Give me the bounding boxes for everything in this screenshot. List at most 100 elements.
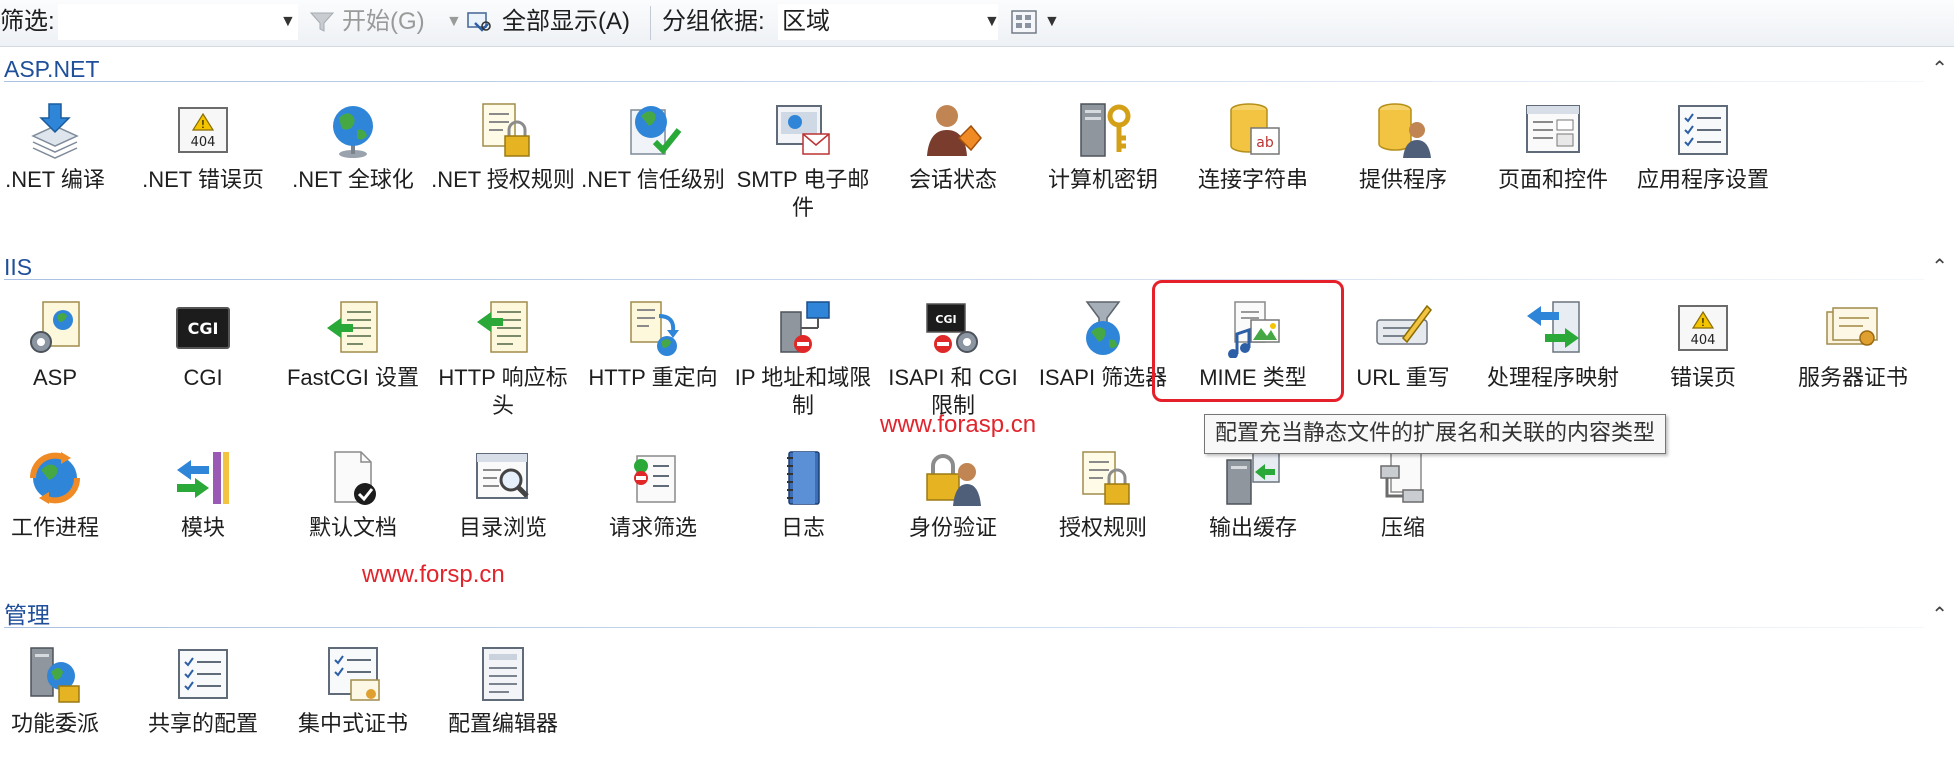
feature-handler-mappings[interactable]: 处理程序映射 xyxy=(1478,294,1628,426)
feature-label: 页面和控件 xyxy=(1497,167,1608,192)
configuration-editor-icon xyxy=(482,647,524,701)
feature-net-authorization-rules[interactable]: .NET 授权规则 xyxy=(428,96,578,228)
feature-net-trust-levels[interactable]: .NET 信任级别 xyxy=(578,96,728,228)
machine-key-icon xyxy=(1080,103,1131,157)
feature-pages-controls[interactable]: 页面和控件 xyxy=(1478,96,1628,228)
feature-application-settings[interactable]: 应用程序设置 xyxy=(1628,96,1778,228)
feature-asp[interactable]: ASP xyxy=(0,294,130,426)
view-mode-icon[interactable] xyxy=(1010,8,1038,36)
start-button[interactable]: 开始(G) xyxy=(342,6,425,38)
feature-server-certificates[interactable]: 服务器证书 xyxy=(1778,294,1928,426)
feature-feature-delegation[interactable]: 功能委派 xyxy=(0,640,130,772)
feature-shared-configuration[interactable]: 共享的配置 xyxy=(128,640,278,772)
feature-machine-key[interactable]: 计算机密钥 xyxy=(1028,96,1178,228)
centralized-certificates-icon xyxy=(328,647,380,701)
toolbar-separator xyxy=(650,6,651,40)
feature-label: 共享的配置 xyxy=(147,711,258,736)
feature-http-redirect[interactable]: HTTP 重定向 xyxy=(578,294,728,426)
group-by-dropdown-arrow[interactable]: ▼ xyxy=(984,6,1000,38)
shared-configuration-icon xyxy=(178,649,228,699)
connection-strings-icon: ab xyxy=(1230,103,1280,155)
feature-label: 压缩 xyxy=(1380,515,1425,540)
http-redirect-icon xyxy=(630,301,679,356)
svg-text:!: ! xyxy=(1701,316,1705,329)
default-document-icon xyxy=(334,451,376,505)
section-iis-header[interactable]: IIS ⌃ xyxy=(0,252,1954,282)
feature-label: 会话状态 xyxy=(908,167,997,192)
section-aspnet-title: ASP.NET xyxy=(4,56,100,82)
feature-providers[interactable]: 提供程序 xyxy=(1328,96,1478,228)
output-caching-icon xyxy=(1226,451,1280,505)
funnel-icon xyxy=(309,12,335,32)
feature-directory-browsing[interactable]: 目录浏览 xyxy=(428,444,578,576)
feature-label: .NET 授权规则 xyxy=(431,167,575,192)
feature-isapi-cgi-restrictions[interactable]: CGI ISAPI 和 CGI 限制 xyxy=(878,294,1028,426)
feature-cgi[interactable]: CGI CGI xyxy=(128,294,278,426)
feature-label: 工作进程 xyxy=(10,515,99,540)
feature-label: 计算机密钥 xyxy=(1047,167,1158,192)
providers-icon xyxy=(1378,103,1431,158)
feature-modules[interactable]: 模块 xyxy=(128,444,278,576)
feature-net-globalization[interactable]: .NET 全球化 xyxy=(278,96,428,228)
watermark: www.forsp.cn xyxy=(362,561,505,588)
section-aspnet-header[interactable]: ASP.NET ⌃ xyxy=(0,54,1954,84)
feature-http-response-headers[interactable]: HTTP 响应标头 xyxy=(428,294,578,426)
section-management-header[interactable]: 管理 ⌃ xyxy=(0,600,1954,630)
request-filtering-icon xyxy=(634,455,676,503)
collapse-aspnet-chevron-icon[interactable]: ⌃ xyxy=(1931,56,1948,81)
feature-output-caching[interactable]: 输出缓存 xyxy=(1178,444,1328,576)
section-iis-title: IIS xyxy=(4,254,33,280)
feature-label: 处理程序映射 xyxy=(1486,365,1619,390)
globe-icon xyxy=(333,106,373,158)
feature-label: 请求筛选 xyxy=(608,515,697,540)
feature-compression[interactable]: 压缩 xyxy=(1328,444,1478,576)
feature-default-document[interactable]: 默认文档 xyxy=(278,444,428,576)
show-all-button[interactable]: 全部显示(A) xyxy=(502,6,630,38)
feature-ip-domain-restrictions[interactable]: IP 地址和域限制 xyxy=(728,294,878,426)
feature-connection-strings[interactable]: ab 连接字符串 xyxy=(1178,96,1328,228)
http-response-headers-icon xyxy=(477,301,528,353)
smtp-email-icon xyxy=(776,105,830,155)
server-certificates-icon xyxy=(1826,307,1878,346)
feature-label: 应用程序设置 xyxy=(1636,167,1769,192)
section-divider xyxy=(4,279,1924,280)
filter-input[interactable] xyxy=(58,4,298,40)
feature-error-pages[interactable]: ! 404 错误页 xyxy=(1628,294,1778,426)
svg-text:CGI: CGI xyxy=(188,319,219,338)
feature-authentication[interactable]: 身份验证 xyxy=(878,444,1028,576)
feature-label: 功能委派 xyxy=(10,711,99,736)
feature-centralized-certificates[interactable]: 集中式证书 xyxy=(278,640,428,772)
modules-icon xyxy=(177,452,229,504)
feature-label: 日志 xyxy=(780,515,825,540)
feature-net-error-page[interactable]: ! 404 .NET 错误页 xyxy=(128,96,278,228)
feature-smtp-email[interactable]: SMTP 电子邮件 xyxy=(728,96,878,228)
collapse-management-chevron-icon[interactable]: ⌃ xyxy=(1931,602,1948,627)
feature-logging[interactable]: 日志 xyxy=(728,444,878,576)
feature-label: 服务器证书 xyxy=(1797,365,1908,390)
isapi-filters-icon xyxy=(1085,301,1121,355)
compression-icon xyxy=(1380,451,1424,503)
section-management-title: 管理 xyxy=(4,602,50,628)
feature-label: 默认文档 xyxy=(308,515,397,540)
collapse-iis-chevron-icon[interactable]: ⌃ xyxy=(1931,254,1948,279)
feature-fastcgi-settings[interactable]: FastCGI 设置 xyxy=(278,294,428,426)
feature-label: .NET 错误页 xyxy=(142,167,264,192)
feature-authorization-rules[interactable]: 授权规则 xyxy=(1028,444,1178,576)
start-dropdown-arrow[interactable]: ▼ xyxy=(446,6,462,38)
feature-net-compile[interactable]: .NET 编译 xyxy=(0,96,130,228)
view-mode-dropdown-arrow[interactable]: ▼ xyxy=(1044,6,1060,38)
feature-worker-processes[interactable]: 工作进程 xyxy=(0,444,130,576)
feature-label: 模块 xyxy=(180,515,225,540)
feature-configuration-editor[interactable]: 配置编辑器 xyxy=(428,640,578,772)
feature-url-rewrite[interactable]: URL 重写 xyxy=(1328,294,1478,426)
show-all-icon xyxy=(467,12,491,32)
feature-label: .NET 信任级别 xyxy=(581,167,725,192)
net-authorization-rules-icon xyxy=(482,103,530,157)
feature-session-state[interactable]: 会话状态 xyxy=(878,96,1028,228)
authentication-icon xyxy=(926,454,981,506)
feature-label: URL 重写 xyxy=(1356,365,1450,390)
feature-label: 身份验证 xyxy=(908,515,997,540)
section-divider xyxy=(4,81,1924,82)
feature-request-filtering[interactable]: 请求筛选 xyxy=(578,444,728,576)
filter-dropdown-arrow[interactable]: ▼ xyxy=(280,6,296,38)
